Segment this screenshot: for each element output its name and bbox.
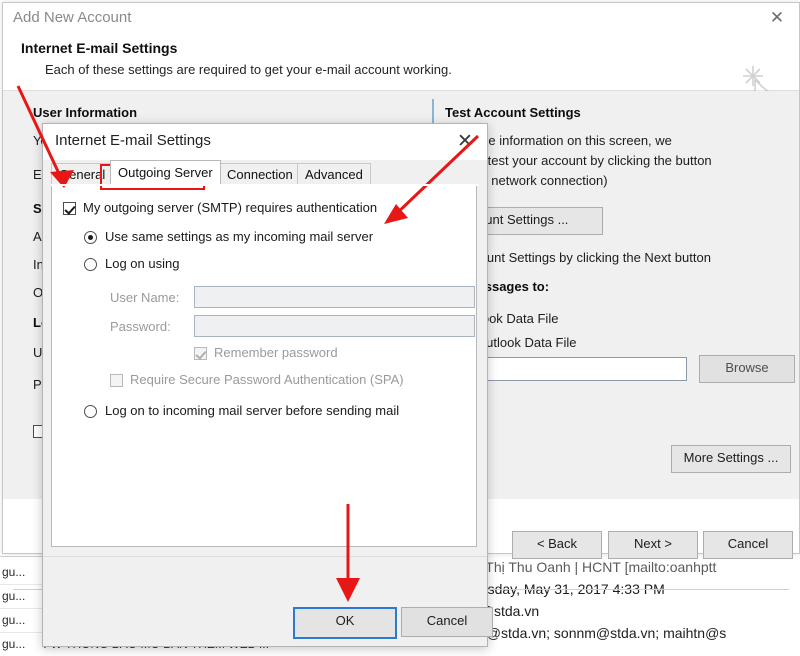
more-settings-button[interactable]: More Settings ... <box>671 445 791 473</box>
tab-underlap <box>51 184 479 186</box>
tab-outgoing-server[interactable]: Outgoing Server <box>110 160 221 186</box>
internet-email-settings-dialog: Internet E-mail Settings ✕ General Outgo… <box>42 123 488 647</box>
close-icon[interactable]: ✕ <box>767 9 787 29</box>
wizard-header: Internet E-mail Settings Each of these s… <box>3 34 799 91</box>
remember-password-checkbox[interactable] <box>194 347 207 360</box>
mail-from: gu... <box>0 560 36 584</box>
radio-logon-before-sending[interactable] <box>84 405 97 418</box>
window-title: Add New Account <box>13 9 131 26</box>
reading-pane-from: m Thị Thu Oanh | HCNT [mailto:oanhptt <box>470 556 716 578</box>
close-icon[interactable]: ✕ <box>453 130 477 154</box>
dialog-footer-separator <box>43 556 487 557</box>
user-name-label: User Name: <box>110 290 179 305</box>
password-input[interactable] <box>194 315 475 337</box>
tab-advanced[interactable]: Advanced <box>297 163 371 186</box>
mail-from: gu... <box>0 584 36 608</box>
radio-use-same-settings[interactable] <box>84 231 97 244</box>
wizard-titlebar: Add New Account ✕ <box>3 3 799 34</box>
smtp-auth-label: My outgoing server (SMTP) requires authe… <box>83 200 377 215</box>
mail-from: gu... <box>0 632 36 656</box>
tab-general[interactable]: General <box>51 163 113 186</box>
reading-pane-cc: hv@stda.vn; sonnm@stda.vn; maihtn@s <box>472 622 726 644</box>
user-information-title: User Information <box>33 105 137 120</box>
cancel-button[interactable]: Cancel <box>401 607 493 637</box>
user-name-input[interactable] <box>194 286 475 308</box>
require-spa-label: Require Secure Password Authentication (… <box>130 372 404 387</box>
smtp-auth-checkbox[interactable] <box>63 202 76 215</box>
require-spa-checkbox[interactable] <box>110 374 123 387</box>
page-title: Internet E-mail Settings <box>21 40 177 56</box>
tab-connection[interactable]: Connection <box>219 163 301 186</box>
dialog-title: Internet E-mail Settings <box>55 132 211 149</box>
password-label: Password: <box>110 319 171 334</box>
remember-password-label: Remember password <box>214 345 338 360</box>
reading-pane-header: m Thị Thu Oanh | HCNT [mailto:oanhptt ne… <box>470 552 800 656</box>
log-on-using-label: Log on using <box>105 256 179 271</box>
ok-button[interactable]: OK <box>293 607 397 639</box>
tabstrip: General Outgoing Server Connection Advan… <box>51 160 479 185</box>
radio-log-on-using[interactable] <box>84 258 97 271</box>
back-button[interactable]: < Back <box>512 531 602 559</box>
test-account-settings-title: Test Account Settings <box>445 105 581 120</box>
outgoing-server-panel: My outgoing server (SMTP) requires authe… <box>51 185 477 547</box>
dialog-titlebar: Internet E-mail Settings ✕ <box>43 124 487 160</box>
use-same-settings-label: Use same settings as my incoming mail se… <box>105 229 373 244</box>
browse-button[interactable]: Browse <box>699 355 795 383</box>
mail-from: gu... <box>0 608 36 632</box>
cancel-button[interactable]: Cancel <box>703 531 793 559</box>
logon-before-sending-label: Log on to incoming mail server before se… <box>105 403 399 418</box>
next-button[interactable]: Next > <box>608 531 698 559</box>
page-subtitle: Each of these settings are required to g… <box>45 62 452 77</box>
